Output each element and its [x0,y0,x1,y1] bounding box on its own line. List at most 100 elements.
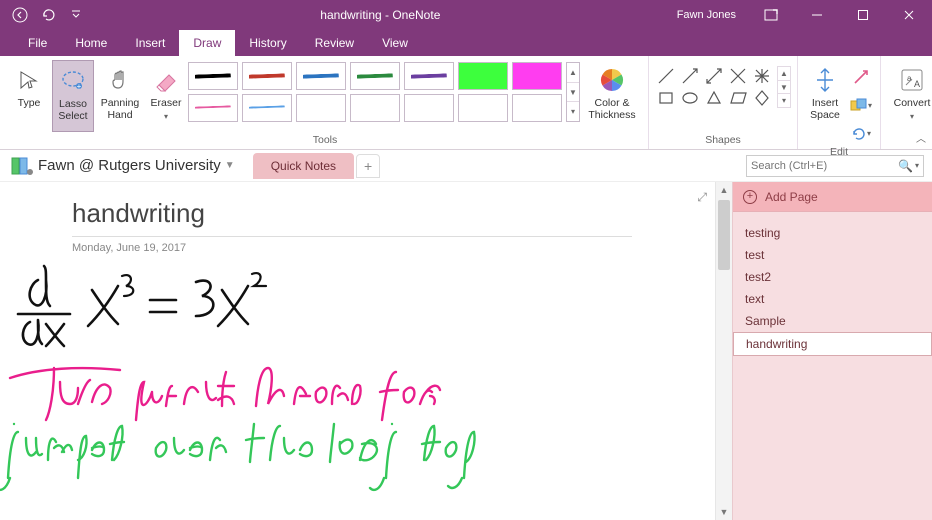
vertical-scrollbar[interactable]: ▲ ▼ [715,182,732,520]
pen-swatch[interactable] [458,62,508,90]
section-tab[interactable]: Quick Notes [253,153,354,179]
eraser-button[interactable]: Eraser ▾ [146,60,186,132]
pen-swatch[interactable] [188,62,238,90]
search-scope-dropdown-icon[interactable]: ▾ [915,161,919,170]
color-thickness-label: Color & Thickness [582,98,642,121]
page-item[interactable]: Sample [733,310,932,332]
pen-swatch[interactable] [296,62,346,90]
add-section-button[interactable]: + [356,154,380,178]
shape-option[interactable] [727,66,749,86]
pen-swatch[interactable] [242,94,292,122]
ribbon-tabs: FileHomeInsertDrawHistoryReviewView [0,30,932,56]
shape-option[interactable] [679,88,701,108]
page-item[interactable]: text [733,288,932,310]
close-button[interactable] [886,0,932,30]
nav-back-icon[interactable] [12,7,28,23]
shape-option[interactable] [751,88,773,108]
chevron-down-icon: ▾ [910,112,914,121]
panning-hand-button[interactable]: Panning Hand [96,60,144,132]
pen-swatch[interactable] [404,62,454,90]
page-list: testingtesttest2textSamplehandwriting [733,212,932,356]
tab-history[interactable]: History [235,30,300,56]
arrange-button[interactable]: ▾ [848,92,874,118]
shape-option[interactable] [703,88,725,108]
pen-swatch[interactable] [350,94,400,122]
convert-label: Convert [894,98,931,110]
page-list-pane: + Add Page testingtesttest2textSamplehan… [732,182,932,520]
add-page-button[interactable]: + Add Page [733,182,932,212]
color-thickness-button[interactable]: Color & Thickness [582,60,642,132]
pen-swatch[interactable] [350,62,400,90]
ribbon-group-shapes: ▲▼▾ Shapes [648,56,797,149]
panning-label: Panning Hand [96,98,144,121]
ribbon: Type + Lasso Select Panning Hand Eraser [0,56,932,150]
shape-option[interactable] [727,88,749,108]
pen-gallery: ▲▼▾ [188,60,580,122]
page-item[interactable]: test [733,244,932,266]
ribbon-display-options-icon[interactable] [748,0,794,30]
undo-icon[interactable] [40,7,56,23]
page-item[interactable]: testing [733,222,932,244]
pen-swatch[interactable] [512,94,562,122]
page-item[interactable]: handwriting [733,332,932,356]
main-area: ⤢ handwriting Monday, June 19, 2017 [0,182,932,520]
tools-group-label: Tools [313,133,338,147]
pen-gallery-scroll[interactable]: ▲▼▾ [566,62,580,122]
lasso-select-button[interactable]: + Lasso Select [52,60,94,132]
type-button[interactable]: Type [8,60,50,132]
notebook-icon[interactable] [10,156,34,176]
insert-space-icon [814,64,836,96]
shape-option[interactable] [655,66,677,86]
tab-home[interactable]: Home [61,30,121,56]
page-canvas[interactable]: ⤢ handwriting Monday, June 19, 2017 [0,182,715,520]
maximize-button[interactable] [840,0,886,30]
search-icon[interactable]: 🔍 [898,159,913,173]
color-wheel-icon [599,64,625,96]
scrollbar-thumb[interactable] [718,200,730,270]
pen-swatch[interactable] [242,62,292,90]
title-bar: handwriting - OneNote Fawn Jones [0,0,932,30]
shape-option[interactable] [703,66,725,86]
pen-swatch[interactable] [458,94,508,122]
ink-formula [18,266,266,346]
tab-file[interactable]: File [14,30,61,56]
pen-swatch[interactable] [404,94,454,122]
cursor-text-icon [17,64,41,96]
collapse-ribbon-icon[interactable]: ︿ [916,130,926,145]
convert-button[interactable]: aA Convert ▾ [887,60,932,132]
tab-view[interactable]: View [368,30,422,56]
qat-customize-icon[interactable] [68,7,84,23]
ink-green-line [0,424,475,490]
hand-icon [108,64,132,96]
ink-layer [0,182,700,520]
shape-option[interactable] [751,66,773,86]
pen-swatch[interactable] [512,62,562,90]
shape-option[interactable] [655,88,677,108]
notebook-name[interactable]: Fawn @ Rutgers University [38,157,221,174]
tab-review[interactable]: Review [301,30,368,56]
insert-space-button[interactable]: Insert Space [804,60,846,132]
user-name[interactable]: Fawn Jones [677,9,736,21]
svg-text:+: + [77,82,82,91]
shapes-gallery[interactable]: ▲▼▾ [655,60,791,108]
type-label: Type [18,98,41,110]
edit-group-label: Edit [830,146,848,158]
tab-draw[interactable]: Draw [179,30,235,56]
ink-pink-line [10,368,440,420]
notebook-dropdown-icon[interactable]: ▼ [225,160,235,171]
tab-insert[interactable]: Insert [121,30,179,56]
minimize-button[interactable] [794,0,840,30]
search-input[interactable] [751,160,894,172]
eraser-label: Eraser [151,98,182,110]
plus-icon: + [743,190,757,204]
page-item[interactable]: test2 [733,266,932,288]
pen-swatch[interactable] [188,94,238,122]
delete-button[interactable] [848,64,874,90]
shapes-gallery-scroll[interactable]: ▲▼▾ [777,66,791,108]
notebook-header: Fawn @ Rutgers University ▼ Quick Notes … [0,150,932,182]
rotate-button[interactable]: ▾ [848,120,874,146]
insert-space-label: Insert Space [804,98,846,121]
ribbon-group-edit: Insert Space ▾ ▾ Edit [797,56,880,149]
pen-swatch[interactable] [296,94,346,122]
shape-option[interactable] [679,66,701,86]
